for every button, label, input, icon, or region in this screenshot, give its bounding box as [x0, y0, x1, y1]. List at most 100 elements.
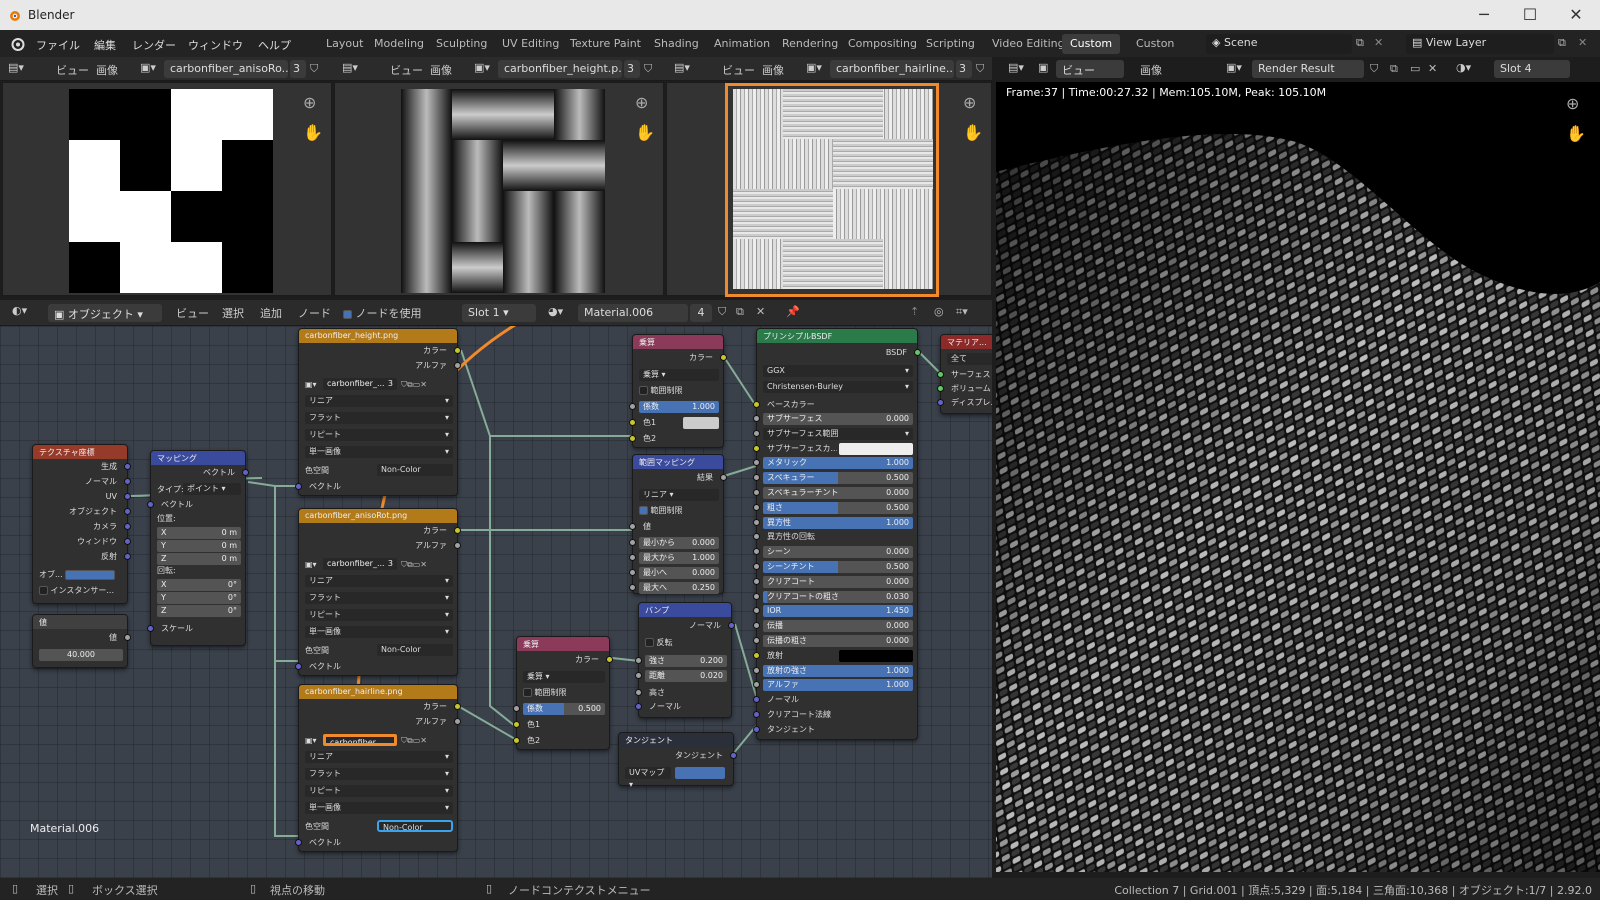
src-dropdown[interactable]: 単一画像 ▾ [305, 802, 453, 814]
ext-dropdown[interactable]: リピート ▾ [305, 785, 453, 797]
socket[interactable] [753, 489, 760, 496]
bsdf-slider[interactable]: シーンチント 0.500 [763, 561, 913, 573]
socket[interactable] [753, 666, 760, 674]
socket[interactable] [124, 538, 131, 545]
node-map-range[interactable]: 範囲マッピング 結果 リニア ▾ 範囲制限 値 最小から 0.000 最大から 1.0… [629, 454, 727, 594]
fake-user-shield-icon[interactable]: ⛉ [718, 305, 726, 319]
new-scene-icon[interactable]: ⧉ [1356, 36, 1364, 50]
scene-selector[interactable]: ◈ Scene [1206, 34, 1352, 54]
socket[interactable] [914, 349, 921, 356]
socket[interactable] [629, 403, 636, 410]
image-browse-icon[interactable]: ▣▾ [305, 735, 317, 746]
node-multiply-2[interactable]: 乗算 カラー 乗算 ▾ 範囲制限 係数 0.500 色1 色2 [513, 636, 613, 750]
socket[interactable] [629, 584, 636, 591]
socket[interactable] [753, 592, 760, 600]
fake-user-shield-icon[interactable]: ⛉ [310, 62, 318, 76]
menu-image[interactable]: 画像 [96, 62, 118, 78]
bsdf-slider[interactable]: サブサーフェス 0.000 [763, 413, 913, 425]
socket[interactable] [753, 459, 760, 467]
duplicate-icon[interactable]: ⧉ [1390, 62, 1398, 76]
socket[interactable] [753, 725, 760, 733]
socket[interactable] [753, 681, 760, 689]
mode-selector[interactable]: ▣ オブジェクト ▾ [48, 304, 162, 322]
object-field[interactable]: オブ... [39, 569, 125, 580]
node-header[interactable]: carbonfiber_height.png [299, 329, 457, 343]
socket[interactable] [753, 503, 760, 511]
node-header[interactable]: 乗算 [517, 637, 609, 651]
bsdf-slider[interactable]: スペキュラー 0.500 [763, 472, 913, 485]
new-view-layer-icon[interactable]: ⧉ [1558, 36, 1566, 50]
workspace-tab[interactable]: Rendering [774, 34, 846, 54]
socket[interactable] [753, 577, 760, 585]
image-datablock-field[interactable]: carbonfiber_...3 [323, 734, 397, 746]
image-browse-icon[interactable]: ▣▾ [474, 61, 490, 74]
socket[interactable] [728, 622, 735, 629]
node-header[interactable]: タンジェント [619, 733, 733, 747]
instancer-checkbox[interactable]: インスタンサー... [39, 585, 114, 596]
workspace-tab[interactable]: Sculpting [428, 34, 495, 54]
range-field[interactable]: 最小へ 0.000 [639, 567, 719, 579]
bsdf-slider[interactable]: メタリック 1.000 [763, 457, 913, 470]
ext-dropdown[interactable]: リピート ▾ [305, 429, 453, 441]
socket[interactable] [629, 569, 636, 576]
node-multiply-1[interactable]: 乗算 カラー 乗算 ▾ 範囲制限 係数 1.000 色1 色2 [629, 334, 727, 448]
range-field[interactable]: 最大へ 0.250 [639, 582, 719, 594]
bsdf-slider[interactable]: シーン 0.000 [763, 546, 913, 559]
socket[interactable] [629, 539, 636, 546]
socket[interactable] [753, 548, 760, 556]
socket[interactable] [454, 718, 461, 725]
socket[interactable] [753, 415, 760, 422]
bsdf-slider[interactable]: 伝播の粗さ 0.000 [763, 635, 913, 647]
duplicate-icon[interactable]: ⧉ [736, 305, 744, 319]
node-header[interactable]: 値 [33, 615, 127, 629]
distance-field[interactable]: 距離 0.020 [645, 670, 727, 682]
socket[interactable] [753, 429, 760, 437]
image-users[interactable]: 3 [624, 60, 640, 78]
unlink-x-icon[interactable]: ✕ [1428, 62, 1437, 75]
socket[interactable] [635, 689, 642, 696]
socket[interactable] [730, 752, 737, 759]
socket[interactable] [753, 711, 760, 718]
value-field[interactable]: 40.000 [39, 649, 123, 661]
bsdf-slider[interactable]: 粗さ 0.500 [763, 501, 913, 514]
socket[interactable] [629, 554, 636, 561]
render-result-field[interactable]: Render Result [1252, 60, 1364, 78]
socket[interactable] [635, 703, 642, 710]
menu-add[interactable]: 追加 [260, 305, 282, 321]
colorspace-dropdown[interactable]: Non-Color [377, 644, 453, 656]
image-name-field[interactable]: carbonfiber_anisoRo... [164, 60, 288, 78]
socket[interactable] [635, 672, 642, 679]
use-nodes-checkbox[interactable]: ノードを使用 [343, 305, 422, 321]
pan-hand-icon[interactable]: ✋ [1566, 124, 1586, 143]
socket[interactable] [635, 657, 642, 664]
node-header[interactable]: carbonfiber_anisoRot.png [299, 509, 457, 523]
loc-x-field[interactable]: X 0 m [157, 527, 241, 539]
zoom-icon[interactable]: ⊕ [963, 93, 976, 112]
src-dropdown[interactable]: 単一画像 ▾ [305, 446, 453, 458]
workspace-tab[interactable]: Animation [706, 34, 778, 54]
socket[interactable] [147, 501, 154, 508]
clamp-checkbox[interactable]: 範囲制限 [639, 505, 683, 516]
node-header[interactable]: マテリア... [941, 335, 992, 349]
socket[interactable] [454, 703, 461, 710]
bsdf-slider[interactable]: 放射の強さ 1.000 [763, 664, 913, 677]
socket[interactable] [124, 508, 131, 515]
proj-dropdown[interactable]: フラット ▾ [305, 412, 453, 424]
socket[interactable] [295, 839, 302, 846]
interp-dropdown[interactable]: リニア ▾ [305, 395, 453, 407]
socket[interactable] [454, 347, 461, 354]
menu-image[interactable]: 画像 [1140, 62, 1162, 78]
proj-dropdown[interactable]: フラット ▾ [305, 768, 453, 780]
workspace-tab[interactable]: Modeling [366, 34, 432, 54]
menu-item[interactable]: レンダー [132, 37, 176, 53]
editor-type-icon[interactable]: ▤▾ [674, 61, 690, 74]
image-actions-icons[interactable]: ⛉⧉▭✕ [401, 379, 427, 390]
socket[interactable] [295, 483, 302, 490]
node-bump[interactable]: バンプ ノーマル 反転 強さ 0.200 距離 0.020 高さ ノーマル [635, 602, 735, 718]
bsdf-color-swatch[interactable] [839, 649, 913, 662]
editor-type-icon[interactable]: ◐▾ [12, 304, 27, 317]
socket[interactable] [937, 385, 944, 392]
material-name-field[interactable]: Material.006 [578, 304, 688, 322]
fake-user-shield-icon[interactable]: ⛉ [1370, 62, 1378, 76]
snap-icon[interactable]: ◎ [934, 305, 944, 318]
